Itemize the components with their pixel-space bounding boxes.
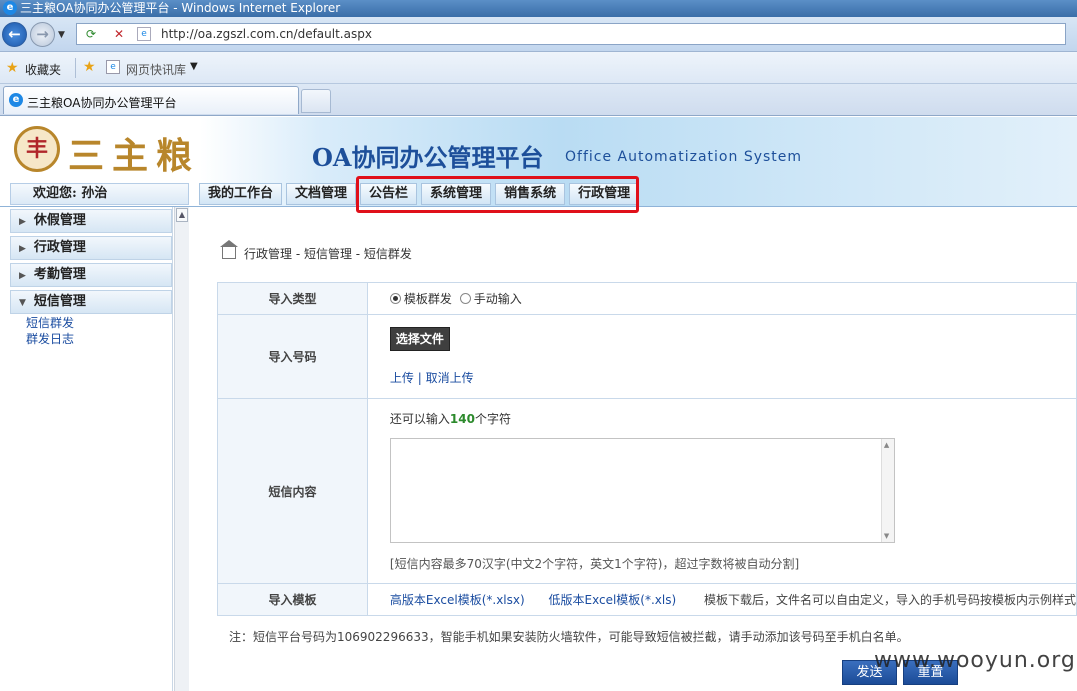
import-type-label: 导入类型 [217,282,368,315]
choose-file-button[interactable]: 选择文件 [389,327,450,351]
sms-form-table: 导入类型 模板群发 手动输入 导入号码 选择文件 上传 | 取消上传 短信内容 … [217,282,1077,616]
forward-button[interactable]: → [30,22,55,47]
remaining-characters: 还可以输入140个字符 [390,410,1076,427]
page-icon: e [137,27,151,41]
web-slice-icon: e [106,60,120,74]
radio-unselected-icon[interactable] [459,293,471,304]
scroll-up-icon[interactable]: ▲ [884,441,889,449]
sms-length-hint: [短信内容最多70汉字(中文2个字符，英文1个字符)，超过字数将被自动分割] [389,557,800,571]
home-icon[interactable] [220,240,238,259]
tab-system-management[interactable]: 系统管理 [421,183,492,205]
import-type-options: 模板群发 手动输入 [366,282,1077,315]
window-title: 三主粮OA协同办公管理平台 - Windows Internet Explore… [20,1,341,15]
tab-administration[interactable]: 行政管理 [569,183,640,205]
sidebar-item-label: 考勤管理 [33,267,86,282]
main-nav-tabs: 我的工作台 文档管理 公告栏 系统管理 销售系统 行政管理 [199,183,640,205]
company-logo-text: 三主粮 [68,135,201,177]
company-seal-logo: 丰 [14,126,60,172]
browser-tab-title: 三主粮OA协同办公管理平台 [27,96,177,110]
xlsx-template-link[interactable]: 高版本Excel模板(*.xlsx) [390,593,525,607]
caret-right-icon: ▶ [19,244,26,254]
url-text[interactable]: http://oa.zgszl.com.cn/default.aspx [161,27,372,41]
template-tip: 模板下载后，文件名可以自由定义，导入的手机号码按模板内示例样式 [703,593,1076,607]
ie-page-icon: e [9,93,23,107]
sms-platform-note: 注：短信平台号码为106902296633，智能手机如果安装防火墙软件，可能导致… [229,630,909,644]
favorites-star-icon[interactable]: ★ [6,60,19,76]
web-slice-gallery-link[interactable]: 网页快讯库 [126,61,186,78]
welcome-user: 欢迎您: 孙治 [10,183,189,205]
remaining-prefix: 还可以输入 [389,412,450,426]
favorites-button[interactable]: 收藏夹 [25,61,61,78]
sidebar-item-attendance[interactable]: ▶ 考勤管理 [10,263,172,287]
back-button[interactable]: ← [2,22,27,47]
caret-right-icon: ▶ [19,271,26,281]
link-separator: | [417,371,422,385]
new-tab-button[interactable] [301,89,331,113]
radio-label: 手动输入 [473,292,522,306]
sidebar-subitem-sms-broadcast[interactable]: 短信群发 [10,315,172,331]
radio-template-broadcast[interactable]: 模板群发 [389,292,452,306]
browser-tab-active[interactable]: e 三主粮OA协同办公管理平台 [3,86,299,114]
sidebar-scrollbar[interactable]: ▲ [174,207,189,691]
import-template-label: 导入模板 [217,583,368,616]
textarea-scrollbar[interactable]: ▲ ▼ [880,439,894,542]
sms-content-label: 短信内容 [217,398,368,584]
recent-pages-dropdown-icon[interactable]: ▼ [58,30,65,40]
refresh-icon[interactable]: ⟳ [81,25,101,43]
caret-down-icon: ▼ [19,298,26,308]
breadcrumb-path: 行政管理 - 短信管理 - 短信群发 [244,247,412,261]
sidebar-item-label: 休假管理 [33,213,86,228]
import-numbers-cell: 选择文件 上传 | 取消上传 [366,314,1077,399]
sidebar-item-administration[interactable]: ▶ 行政管理 [10,236,172,260]
ie-logo-icon: e [3,1,17,15]
chevron-down-icon[interactable]: ▼ [190,61,198,72]
sidebar-item-sms-management[interactable]: ▼ 短信管理 [10,290,172,314]
scroll-down-icon[interactable]: ▼ [884,532,889,540]
caret-right-icon: ▶ [19,217,26,227]
tab-bulletin-board[interactable]: 公告栏 [360,183,418,205]
sms-content-textarea[interactable]: ▲ ▼ [389,438,895,543]
toolbar-divider [75,58,76,78]
favorites-bar: ★ 收藏夹 ★ e 网页快讯库 ▼ [0,52,1077,84]
cancel-upload-link[interactable]: 取消上传 [426,371,474,385]
window-title-bar: e 三主粮OA协同办公管理平台 - Windows Internet Explo… [0,0,1077,17]
sms-content-cell: 还可以输入140个字符 ▲ ▼ [短信内容最多70汉字(中文2个字符，英文1个字… [366,398,1077,584]
radio-label: 模板群发 [403,292,452,306]
radio-selected-icon[interactable] [389,293,401,304]
add-to-favorites-icon[interactable]: ★ [83,59,96,75]
upload-link[interactable]: 上传 [390,371,414,385]
remaining-count: 140 [449,412,475,426]
scroll-up-icon[interactable]: ▲ [176,208,188,222]
import-numbers-label: 导入号码 [217,314,368,399]
import-template-cell: 高版本Excel模板(*.xlsx) 低版本Excel模板(*.xls) 模板下… [366,583,1077,616]
browser-tab-bar: e 三主粮OA协同办公管理平台 [0,84,1077,116]
stop-icon[interactable]: ✕ [109,25,129,43]
watermark: www.wooyun.org [874,648,1076,673]
breadcrumb: 行政管理 - 短信管理 - 短信群发 [220,240,412,262]
tab-sales-system[interactable]: 销售系统 [495,183,566,205]
address-toolbar: ← → ▼ ⟳ ✕ e http://oa.zgszl.com.cn/defau… [0,17,1077,52]
sidebar-item-leave-management[interactable]: ▶ 休假管理 [10,209,172,233]
app-header: 丰 三主粮 OA协同办公管理平台 Office Automatization S… [0,117,1077,206]
radio-manual-input[interactable]: 手动输入 [459,292,522,306]
sidebar-item-label: 行政管理 [33,240,86,255]
app-title: OA协同办公管理平台 [312,143,544,172]
xls-template-link[interactable]: 低版本Excel模板(*.xls) [549,593,677,607]
tab-my-workspace[interactable]: 我的工作台 [199,183,283,205]
address-bar[interactable]: ⟳ ✕ e http://oa.zgszl.com.cn/default.asp… [76,23,1066,45]
sidebar-subitems: 短信群发 群发日志 [10,315,172,347]
sidebar: ▶ 休假管理 ▶ 行政管理 ▶ 考勤管理 ▼ 短信管理 短信群发 群发日志 [10,207,173,691]
sidebar-subitem-broadcast-log[interactable]: 群发日志 [10,331,172,347]
app-subtitle: Office Automatization System [565,149,803,165]
remaining-suffix: 个字符 [474,412,511,426]
tab-document-management[interactable]: 文档管理 [286,183,357,205]
sidebar-item-label: 短信管理 [33,294,86,309]
